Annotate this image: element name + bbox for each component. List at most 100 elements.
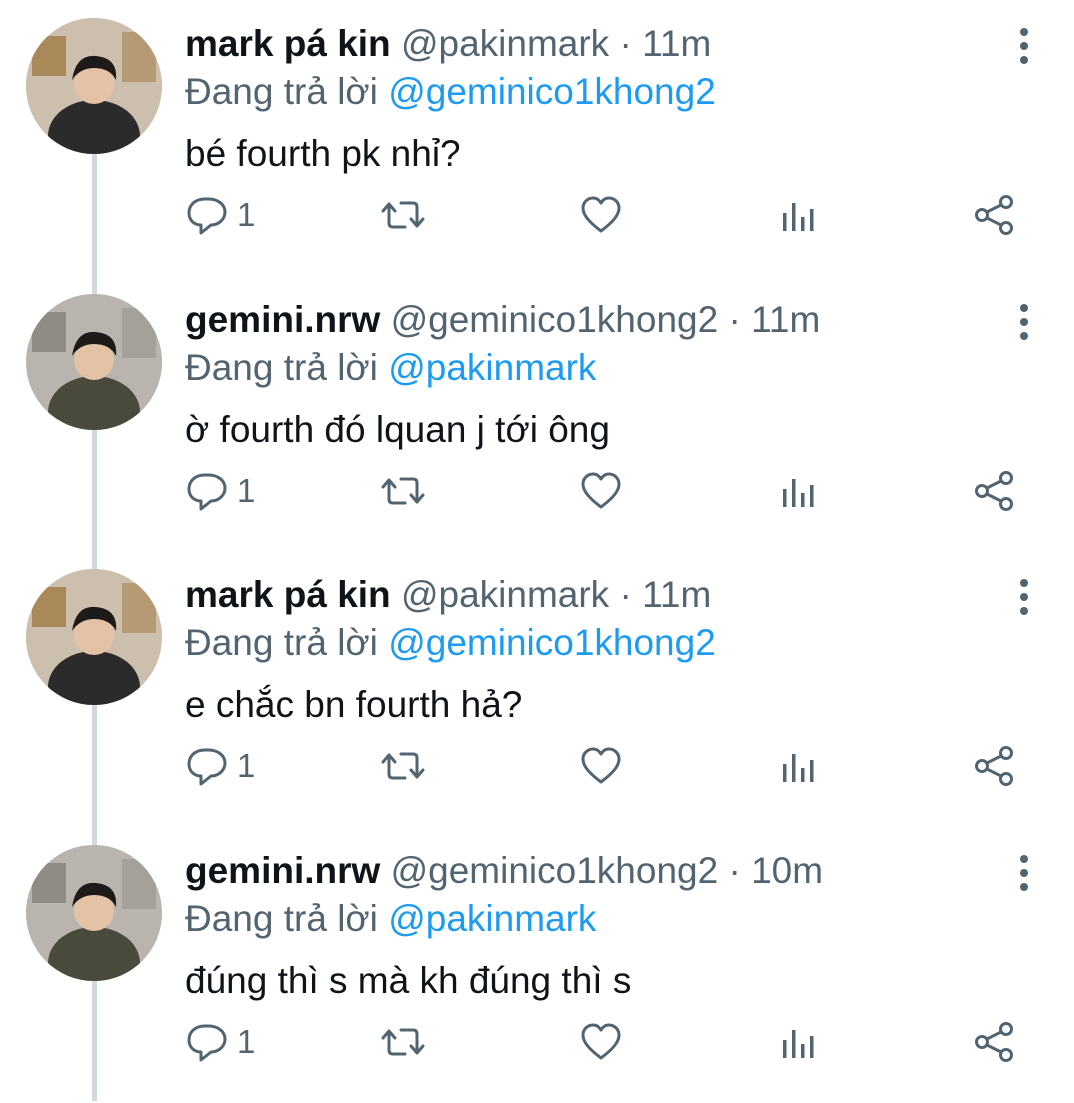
avatar-image	[26, 569, 162, 705]
tweet[interactable]: gemini.nrw @geminico1khong2 · 10m Đang t…	[0, 827, 1074, 1103]
tweet[interactable]: mark pá kin @pakinmark · 11m Đang trả lờ…	[0, 0, 1074, 276]
analytics-icon	[783, 203, 814, 231]
tweet[interactable]: gemini.nrw @geminico1khong2 · 11m Đang t…	[0, 276, 1074, 552]
share-button[interactable]	[973, 1017, 1017, 1067]
avatar[interactable]	[26, 294, 162, 430]
reply-mention-link[interactable]: @pakinmark	[388, 347, 596, 388]
reply-icon	[187, 473, 227, 511]
retweet-button[interactable]	[381, 190, 425, 240]
retweet-button[interactable]	[381, 466, 425, 516]
reply-button[interactable]: 1	[185, 466, 255, 516]
analytics-icon	[783, 1030, 814, 1058]
retweet-button[interactable]	[381, 741, 425, 791]
author-name[interactable]: mark pá kin	[185, 23, 391, 64]
tweet-text: đúng thì s mà kh đúng thì s	[185, 960, 632, 1001]
timestamp[interactable]: 11m	[751, 299, 820, 340]
share-button[interactable]	[973, 190, 1017, 240]
tweet-actions: 1	[185, 466, 1025, 516]
reply-context: Đang trả lời @pakinmark	[185, 895, 1014, 943]
retweet-icon	[381, 201, 425, 229]
avatar[interactable]	[26, 845, 162, 981]
share-icon	[975, 195, 1013, 235]
retweet-icon	[381, 752, 425, 780]
more-options-button[interactable]	[1014, 577, 1034, 617]
tweet-text: bé fourth pk nhỉ?	[185, 133, 461, 174]
author-handle[interactable]: @pakinmark	[401, 23, 609, 64]
reply-prefix: Đang trả lời	[185, 622, 378, 663]
avatar[interactable]	[26, 569, 162, 705]
avatar[interactable]	[26, 18, 162, 154]
separator-dot: ·	[728, 299, 741, 340]
tweet-text: e chắc bn fourth hả?	[185, 684, 523, 725]
more-options-button[interactable]	[1014, 302, 1034, 342]
like-button[interactable]	[579, 741, 623, 791]
tweet-actions: 1	[185, 1017, 1025, 1067]
retweet-icon	[381, 477, 425, 505]
heart-icon	[581, 196, 621, 233]
retweet-button[interactable]	[381, 1017, 425, 1067]
share-button[interactable]	[973, 741, 1017, 791]
reply-prefix: Đang trả lời	[185, 71, 378, 112]
analytics-button[interactable]	[775, 1017, 819, 1067]
avatar-image	[26, 18, 162, 154]
like-button[interactable]	[579, 190, 623, 240]
reply-count: 1	[237, 472, 256, 509]
tweet-actions: 1	[185, 741, 1025, 791]
reply-count: 1	[237, 747, 256, 784]
more-vertical-icon	[1020, 304, 1028, 340]
tweet-actions: 1	[185, 190, 1025, 240]
reply-context: Đang trả lời @pakinmark	[185, 344, 1014, 392]
like-button[interactable]	[579, 1017, 623, 1067]
author-name[interactable]: mark pá kin	[185, 574, 391, 615]
timestamp[interactable]: 10m	[751, 850, 823, 891]
more-options-button[interactable]	[1014, 26, 1034, 66]
avatar-image	[26, 294, 162, 430]
analytics-button[interactable]	[775, 466, 819, 516]
reply-icon	[187, 1024, 227, 1062]
author-handle[interactable]: @geminico1khong2	[391, 850, 719, 891]
reply-context: Đang trả lời @geminico1khong2	[185, 68, 1014, 116]
reply-button[interactable]: 1	[185, 190, 255, 240]
tweet[interactable]: mark pá kin @pakinmark · 11m Đang trả lờ…	[0, 551, 1074, 827]
reply-prefix: Đang trả lời	[185, 347, 378, 388]
separator-dot: ·	[619, 574, 632, 615]
reply-icon	[187, 748, 227, 786]
share-button[interactable]	[973, 466, 1017, 516]
timestamp[interactable]: 11m	[642, 574, 711, 615]
author-handle[interactable]: @geminico1khong2	[391, 299, 719, 340]
analytics-button[interactable]	[775, 741, 819, 791]
heart-icon	[581, 472, 621, 509]
reply-prefix: Đang trả lời	[185, 898, 378, 939]
heart-icon	[581, 747, 621, 784]
more-options-button[interactable]	[1014, 853, 1034, 893]
reply-mention-link[interactable]: @pakinmark	[388, 898, 596, 939]
avatar-image	[26, 845, 162, 981]
more-vertical-icon	[1020, 28, 1028, 64]
reply-button[interactable]: 1	[185, 1017, 255, 1067]
more-vertical-icon	[1020, 855, 1028, 891]
timestamp[interactable]: 11m	[642, 23, 711, 64]
reply-mention-link[interactable]: @geminico1khong2	[388, 622, 716, 663]
heart-icon	[581, 1023, 621, 1060]
analytics-icon	[783, 479, 814, 507]
more-vertical-icon	[1020, 579, 1028, 615]
author-handle[interactable]: @pakinmark	[401, 574, 609, 615]
reply-context: Đang trả lời @geminico1khong2	[185, 619, 1014, 667]
reply-button[interactable]: 1	[185, 741, 255, 791]
retweet-icon	[381, 1028, 425, 1056]
author-name[interactable]: gemini.nrw	[185, 299, 380, 340]
separator-dot: ·	[728, 850, 741, 891]
reply-count: 1	[237, 196, 256, 233]
reply-mention-link[interactable]: @geminico1khong2	[388, 71, 716, 112]
share-icon	[975, 471, 1013, 511]
reply-count: 1	[237, 1023, 256, 1060]
tweet-text: ờ fourth đó lquan j tới ông	[185, 409, 610, 450]
analytics-icon	[783, 754, 814, 782]
author-name[interactable]: gemini.nrw	[185, 850, 380, 891]
like-button[interactable]	[579, 466, 623, 516]
separator-dot: ·	[619, 23, 632, 64]
analytics-button[interactable]	[775, 190, 819, 240]
share-icon	[975, 746, 1013, 786]
share-icon	[975, 1022, 1013, 1062]
reply-icon	[187, 197, 227, 235]
